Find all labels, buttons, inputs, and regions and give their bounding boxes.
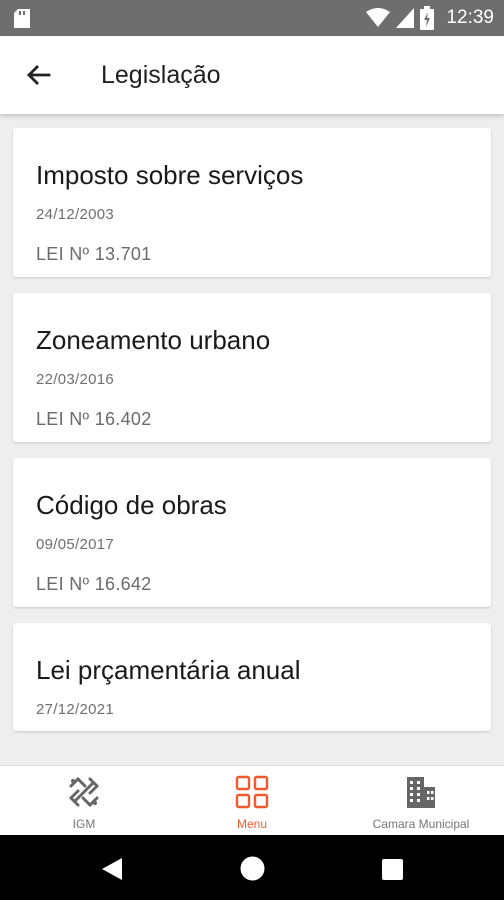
- nav-label: Camara Municipal: [372, 817, 470, 831]
- law-number: LEI Nº 13.701: [36, 244, 152, 264]
- law-title: Código de obras: [36, 490, 227, 520]
- law-title: Zoneamento urbano: [36, 325, 271, 355]
- nav-item-igm[interactable]: IGM: [34, 766, 134, 836]
- law-date: 22/03/2016: [36, 371, 115, 388]
- nav-label: Menu: [236, 817, 268, 831]
- system-recents-icon[interactable]: [382, 859, 403, 880]
- law-title: Imposto sobre serviços: [36, 160, 304, 190]
- wifi-icon: [366, 8, 391, 27]
- law-card[interactable]: Zoneamento urbano 22/03/2016 LEI Nº 16.4…: [13, 293, 491, 442]
- status-bar: 12:39: [0, 0, 504, 36]
- nav-label: IGM: [72, 817, 96, 831]
- law-date: 09/05/2017: [36, 536, 115, 553]
- law-number: LEI Nº 16.642: [36, 574, 152, 594]
- page-title: Legislação: [101, 61, 221, 89]
- status-time: 12:39: [446, 7, 494, 28]
- system-back-icon[interactable]: [101, 857, 123, 881]
- nav-item-camara-municipal[interactable]: Camara Municipal: [356, 766, 486, 836]
- law-card[interactable]: Lei prçamentária anual 27/12/2021: [13, 623, 491, 731]
- sd-card-icon: [14, 9, 30, 28]
- law-card[interactable]: Imposto sobre serviços 24/12/2003 LEI Nº…: [13, 128, 491, 277]
- system-home-icon[interactable]: [240, 856, 265, 881]
- bottom-navigation: IGM Menu Camara Municipal: [0, 765, 504, 836]
- law-date: 27/12/2021: [36, 701, 115, 718]
- law-number: LEI Nº 16.402: [36, 409, 152, 429]
- law-card[interactable]: Código de obras 09/05/2017 LEI Nº 16.642: [13, 458, 491, 607]
- back-arrow-icon[interactable]: [22, 58, 56, 92]
- system-navigation-bar: [0, 835, 504, 900]
- building-icon: [407, 777, 435, 808]
- igm-logo-icon: [68, 776, 100, 808]
- law-date: 24/12/2003: [36, 206, 115, 223]
- nav-item-menu[interactable]: Menu: [202, 766, 302, 836]
- law-title: Lei prçamentária anual: [36, 655, 301, 685]
- law-list: Imposto sobre serviços 24/12/2003 LEI Nº…: [0, 114, 504, 765]
- cell-signal-icon: [396, 8, 415, 28]
- app-bar: Legislação: [0, 36, 504, 114]
- battery-icon: [420, 6, 435, 30]
- grid-icon: [235, 775, 269, 809]
